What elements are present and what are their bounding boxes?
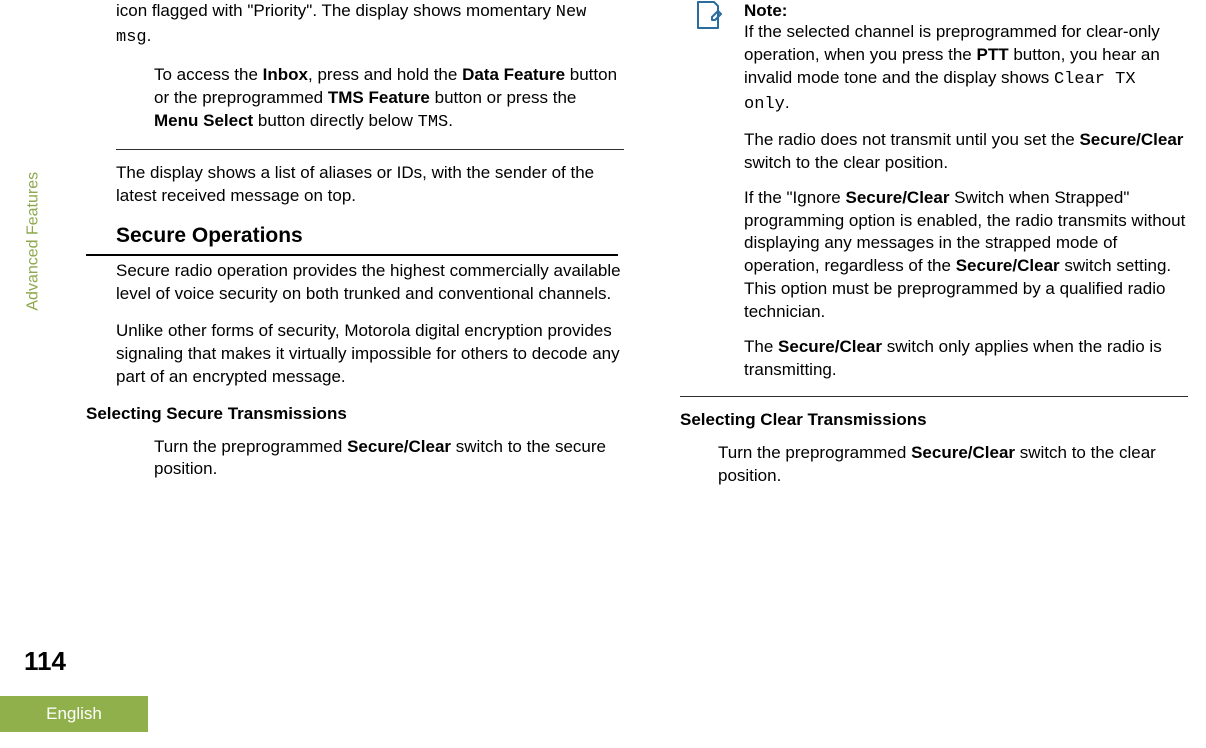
divider: [116, 149, 624, 150]
bold: TMS Feature: [328, 88, 430, 107]
right-column: Note: If the selected channel is preprog…: [680, 0, 1188, 502]
text: The: [744, 337, 778, 356]
note-box: Note: If the selected channel is preprog…: [680, 0, 1188, 382]
p-priority: icon flagged with "Priority". The displa…: [116, 0, 624, 50]
heading-selecting-clear: Selecting Clear Transmissions: [680, 409, 1188, 432]
text: The radio does not transmit until you se…: [744, 130, 1079, 149]
text: switch to the clear position.: [744, 153, 948, 172]
text: button directly below: [253, 111, 417, 130]
p-encryption: Unlike other forms of security, Motorola…: [116, 320, 624, 389]
text: .: [785, 93, 790, 112]
note-p1: If the selected channel is preprogrammed…: [744, 21, 1188, 117]
bold: Secure/Clear: [1079, 130, 1183, 149]
p-turn-clear: Turn the preprogrammed Secure/Clear swit…: [680, 442, 1188, 488]
divider: [680, 396, 1188, 397]
bold: PTT: [976, 45, 1008, 64]
text: If the "Ignore: [744, 188, 846, 207]
text: , press and hold the: [308, 65, 462, 84]
bold: Menu Select: [154, 111, 253, 130]
text: To access the: [154, 65, 263, 84]
language-badge: English: [0, 696, 148, 732]
bold: Inbox: [263, 65, 308, 84]
page: Advanced Features 114 English icon flagg…: [0, 0, 1206, 748]
bold: Secure/Clear: [956, 256, 1060, 275]
note-p4: The Secure/Clear switch only applies whe…: [744, 336, 1188, 382]
heading-selecting-secure: Selecting Secure Transmissions: [86, 403, 624, 426]
text: .: [147, 26, 152, 45]
page-number: 114: [24, 644, 66, 679]
sidebar-section-label: Advanced Features: [22, 172, 44, 311]
bold: Secure/Clear: [778, 337, 882, 356]
note-p3: If the "Ignore Secure/Clear Switch when …: [744, 187, 1188, 325]
text: .: [448, 111, 453, 130]
code: TMS: [418, 113, 449, 132]
p-list-aliases: The display shows a list of aliases or I…: [116, 162, 624, 208]
left-column: icon flagged with "Priority". The displa…: [116, 0, 624, 502]
heading-secure-operations: Secure Operations: [86, 222, 618, 256]
text: button or press the: [430, 88, 576, 107]
bold: Secure/Clear: [347, 437, 451, 456]
note-p2: The radio does not transmit until you se…: [744, 129, 1188, 175]
text: Turn the preprogrammed: [718, 443, 911, 462]
note-label: Note:: [744, 0, 1188, 23]
p-turn-secure: Turn the preprogrammed Secure/Clear swit…: [116, 436, 624, 482]
bold: Data Feature: [462, 65, 565, 84]
note-icon: [694, 0, 722, 30]
p-secure-radio: Secure radio operation provides the high…: [116, 260, 624, 306]
text: icon flagged with "Priority". The displa…: [116, 1, 556, 20]
p-inbox: To access the Inbox, press and hold the …: [116, 64, 624, 135]
text: Turn the preprogrammed: [154, 437, 347, 456]
bold: Secure/Clear: [911, 443, 1015, 462]
bold: Secure/Clear: [846, 188, 950, 207]
